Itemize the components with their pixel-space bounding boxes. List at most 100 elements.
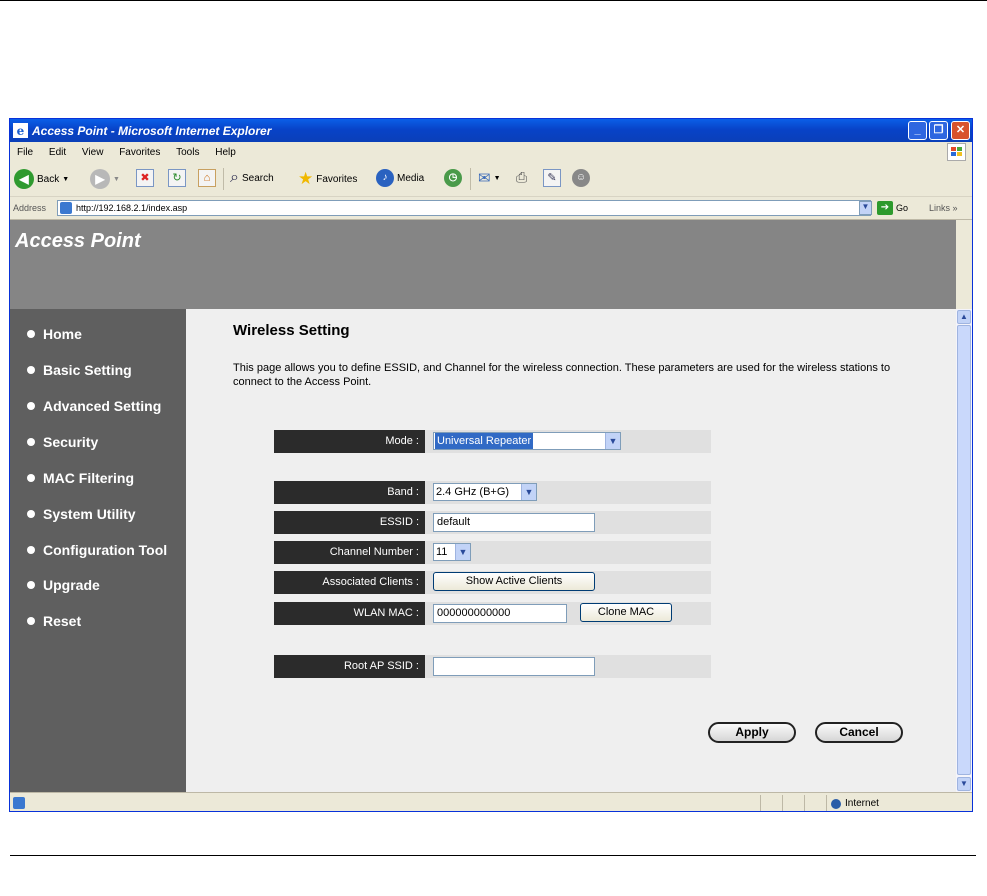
security-zone: Internet	[831, 798, 879, 809]
mode-row: Mode : Universal Repeater ▼	[274, 430, 711, 453]
chevron-down-icon: ▼	[455, 544, 470, 560]
favorites-button[interactable]: ★ Favorites	[298, 169, 357, 189]
channel-select[interactable]: 11 ▼	[433, 543, 471, 561]
print-button[interactable]: ⎙	[516, 169, 527, 186]
bullet-icon	[27, 546, 35, 554]
mode-value: Universal Repeater	[435, 433, 534, 449]
status-bar: Internet	[10, 792, 972, 811]
brand-title: Access Point	[15, 230, 141, 252]
favorites-label: Favorites	[316, 173, 358, 185]
menu-help[interactable]: Help	[215, 147, 236, 158]
root-ap-ssid-row: Root AP SSID :	[274, 655, 711, 678]
page-title: Wireless Setting	[233, 322, 350, 339]
close-button[interactable]: ✕	[951, 121, 970, 140]
sidebar-item-configuration-tool[interactable]: Configuration Tool	[27, 542, 167, 558]
sidebar-item-system-utility[interactable]: System Utility	[27, 506, 136, 522]
address-dropdown-icon[interactable]: ▼	[859, 201, 872, 215]
sidebar-item-label: Basic Setting	[43, 362, 132, 378]
scroll-down-icon[interactable]: ▼	[957, 777, 971, 791]
status-divider	[804, 795, 805, 811]
search-button[interactable]: ⌕ Search	[230, 169, 274, 187]
wlan-mac-label: WLAN MAC :	[274, 602, 425, 625]
edit-button[interactable]: ✎	[543, 169, 561, 187]
sidebar-item-home[interactable]: Home	[27, 326, 82, 342]
star-icon: ★	[298, 169, 314, 188]
title-bar[interactable]: e Access Point - Microsoft Internet Expl…	[10, 119, 972, 142]
page-content: Access Point Home Basic Setting Advanced…	[10, 220, 972, 792]
status-divider	[782, 795, 783, 811]
menu-favorites[interactable]: Favorites	[119, 147, 160, 158]
scroll-up-icon[interactable]: ▲	[957, 310, 971, 324]
apply-button[interactable]: Apply	[708, 722, 796, 743]
refresh-button[interactable]: ↻	[168, 169, 186, 187]
svg-text:e: e	[17, 124, 25, 138]
show-active-clients-button[interactable]: Show Active Clients	[433, 572, 595, 591]
root-ap-ssid-input[interactable]	[433, 657, 595, 676]
menu-file[interactable]: File	[17, 147, 33, 158]
stop-button[interactable]: ✖	[136, 169, 154, 187]
menu-view[interactable]: View	[82, 147, 104, 158]
sidebar-item-reset[interactable]: Reset	[27, 613, 81, 629]
chevron-down-icon: ▼	[113, 175, 120, 183]
window-title: Access Point - Microsoft Internet Explor…	[32, 124, 272, 138]
sidebar-item-label: System Utility	[43, 506, 136, 522]
forward-button[interactable]: ▶ ▼	[90, 169, 120, 189]
print-icon: ⎙	[516, 169, 528, 185]
media-button[interactable]: ♪ Media	[376, 169, 424, 187]
address-input[interactable]: http://192.168.2.1/index.asp	[57, 200, 871, 216]
links-button[interactable]: Links »	[929, 203, 958, 213]
page-icon	[60, 202, 72, 214]
wlan-mac-input[interactable]: 000000000000	[433, 604, 567, 623]
messenger-icon: ☺	[572, 169, 590, 187]
sidebar: Home Basic Setting Advanced Setting Secu…	[10, 309, 186, 792]
browser-window: e Access Point - Microsoft Internet Expl…	[9, 118, 973, 812]
bullet-icon	[27, 617, 35, 625]
bullet-icon	[27, 330, 35, 338]
mode-select[interactable]: Universal Repeater ▼	[433, 432, 621, 450]
search-icon: ⌕	[230, 169, 239, 186]
media-icon: ♪	[376, 169, 394, 187]
edit-icon: ✎	[543, 169, 561, 187]
address-label: Address	[13, 203, 47, 213]
vertical-scrollbar[interactable]: ▲ ▼	[956, 309, 972, 792]
cancel-button[interactable]: Cancel	[815, 722, 903, 743]
chevron-down-icon: ▼	[605, 433, 620, 449]
minimize-button[interactable]: _	[908, 121, 927, 140]
sidebar-item-security[interactable]: Security	[27, 434, 98, 450]
go-button[interactable]: ➔ Go	[877, 201, 908, 215]
go-arrow-icon: ➔	[877, 201, 893, 215]
channel-row: Channel Number : 11 ▼	[274, 541, 711, 564]
bullet-icon	[27, 366, 35, 374]
scroll-thumb[interactable]	[957, 325, 971, 775]
status-divider	[760, 795, 761, 811]
back-arrow-icon: ◀	[14, 169, 34, 189]
restore-button[interactable]: ❐	[929, 121, 948, 140]
sidebar-item-mac-filtering[interactable]: MAC Filtering	[27, 470, 134, 486]
home-button[interactable]: ⌂	[198, 169, 216, 187]
clone-mac-button[interactable]: Clone MAC	[580, 603, 672, 622]
band-select[interactable]: 2.4 GHz (B+G) ▼	[433, 483, 537, 501]
document-bottom-rule	[10, 855, 976, 856]
chevron-down-icon: ▼	[493, 174, 501, 182]
wlan-mac-row: WLAN MAC : 000000000000 Clone MAC	[274, 602, 711, 625]
menu-tools[interactable]: Tools	[176, 147, 199, 158]
messenger-button[interactable]: ☺	[572, 169, 590, 187]
sidebar-item-upgrade[interactable]: Upgrade	[27, 577, 100, 593]
channel-label: Channel Number :	[274, 541, 425, 564]
sidebar-item-basic-setting[interactable]: Basic Setting	[27, 362, 132, 378]
status-divider	[826, 795, 827, 811]
address-bar: Address http://192.168.2.1/index.asp ▼ ➔…	[10, 197, 972, 220]
bullet-icon	[27, 474, 35, 482]
toolbar-separator	[223, 168, 224, 190]
back-button[interactable]: ◀ Back ▼	[14, 169, 69, 189]
menu-bar: File Edit View Favorites Tools Help	[10, 142, 972, 163]
mail-button[interactable]: ✉ ▼	[478, 169, 501, 187]
sidebar-item-label: Reset	[43, 613, 82, 629]
sidebar-item-advanced-setting[interactable]: Advanced Setting	[27, 398, 161, 414]
chevron-down-icon: ▼	[521, 484, 536, 500]
menu-edit[interactable]: Edit	[49, 147, 66, 158]
stop-icon: ✖	[136, 169, 154, 187]
root-ap-ssid-label: Root AP SSID :	[274, 655, 425, 678]
essid-input[interactable]: default	[433, 513, 595, 532]
history-button[interactable]: ◷	[444, 169, 462, 187]
